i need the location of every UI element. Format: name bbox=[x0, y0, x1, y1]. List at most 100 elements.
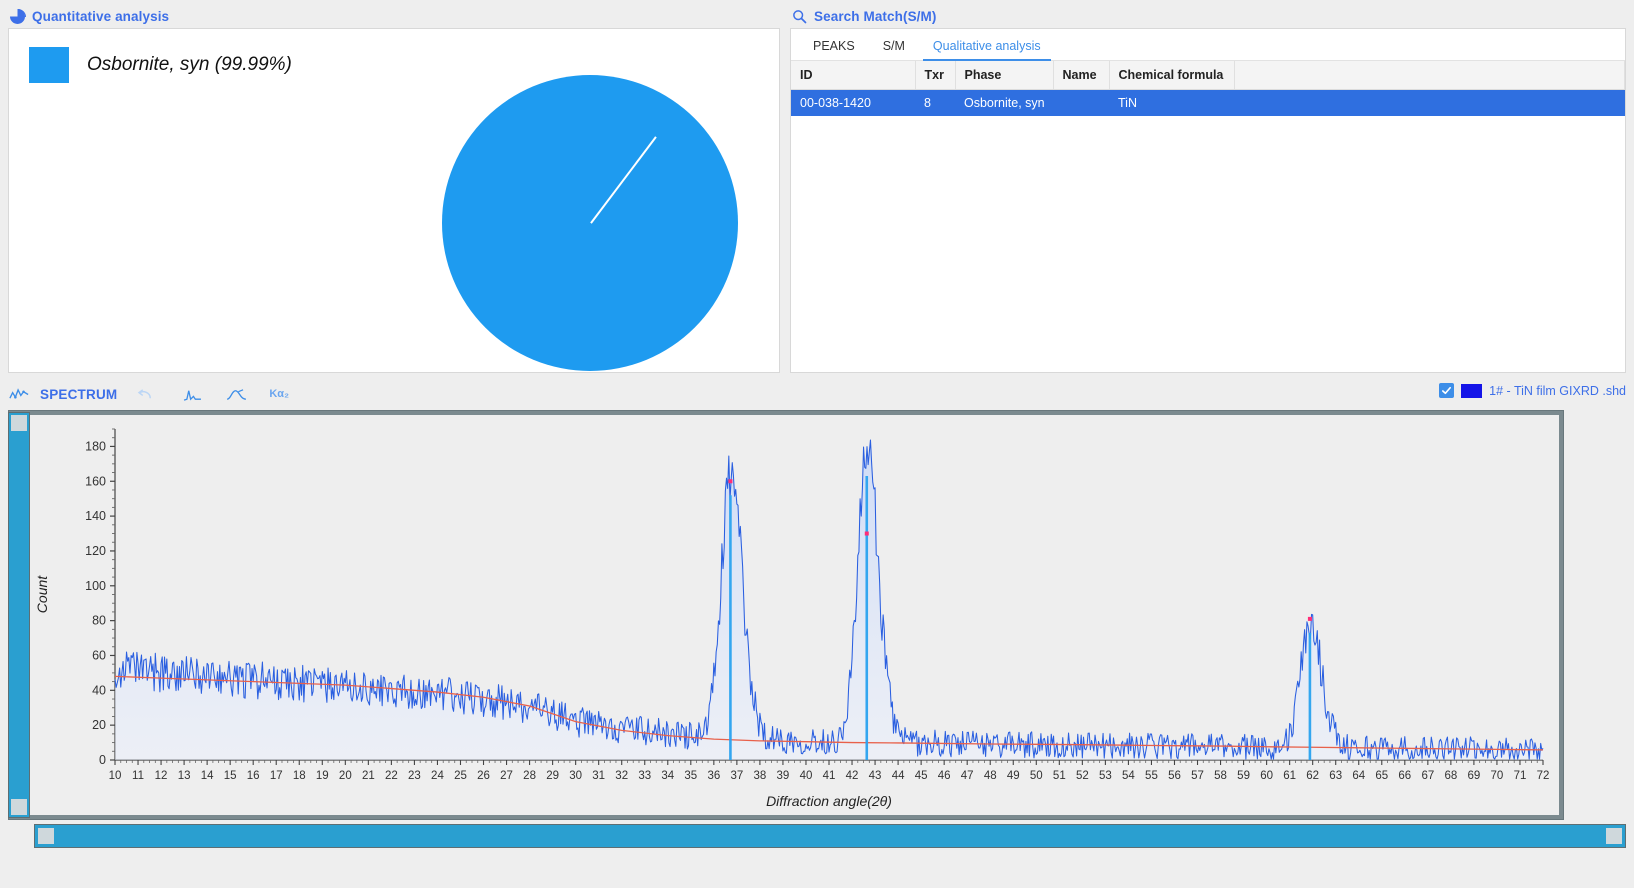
legend-label: Osbornite, syn (99.99%) bbox=[87, 54, 292, 76]
svg-text:31: 31 bbox=[592, 770, 605, 782]
background-smooth-icon[interactable] bbox=[225, 384, 247, 404]
svg-text:13: 13 bbox=[178, 770, 191, 782]
svg-text:42: 42 bbox=[846, 770, 859, 782]
peak-find-icon[interactable] bbox=[181, 384, 203, 404]
svg-text:50: 50 bbox=[1030, 770, 1043, 782]
column-header-id[interactable]: ID bbox=[791, 61, 915, 90]
pie-legend: Osbornite, syn (99.99%) bbox=[29, 47, 292, 83]
svg-text:67: 67 bbox=[1421, 770, 1434, 782]
svg-text:40: 40 bbox=[800, 770, 813, 782]
svg-text:16: 16 bbox=[247, 770, 260, 782]
svg-text:24: 24 bbox=[431, 770, 444, 782]
svg-text:72: 72 bbox=[1537, 770, 1550, 782]
search-match-tabs: PEAKS S/M Qualitative analysis bbox=[791, 29, 1625, 61]
svg-text:120: 120 bbox=[85, 544, 106, 558]
svg-text:11: 11 bbox=[132, 770, 144, 782]
search-icon bbox=[792, 9, 807, 24]
spectrum-line-icon bbox=[8, 384, 30, 404]
quantitative-analysis-header: Quantitative analysis bbox=[10, 2, 169, 30]
svg-text:Count: Count bbox=[34, 575, 50, 613]
svg-text:53: 53 bbox=[1099, 770, 1112, 782]
svg-text:160: 160 bbox=[85, 474, 106, 488]
svg-text:34: 34 bbox=[661, 770, 674, 782]
vscroll-thumb-top[interactable] bbox=[11, 415, 27, 431]
search-match-title: Search Match(S/M) bbox=[814, 9, 936, 24]
column-header-name[interactable]: Name bbox=[1053, 61, 1109, 90]
cell-txr: 8 bbox=[915, 90, 955, 117]
svg-text:61: 61 bbox=[1283, 770, 1296, 782]
svg-text:22: 22 bbox=[385, 770, 398, 782]
quantitative-analysis-panel: Osbornite, syn (99.99%) bbox=[8, 28, 780, 373]
svg-text:68: 68 bbox=[1444, 770, 1457, 782]
svg-text:10: 10 bbox=[109, 770, 122, 782]
svg-text:59: 59 bbox=[1237, 770, 1250, 782]
undo-icon[interactable] bbox=[135, 384, 157, 404]
pie-slice-divider bbox=[590, 136, 656, 223]
tab-peaks[interactable]: PEAKS bbox=[799, 34, 869, 60]
pie-slice-osbornite[interactable] bbox=[442, 75, 738, 371]
svg-text:Diffraction angle(2θ): Diffraction angle(2θ) bbox=[766, 793, 892, 809]
svg-text:14: 14 bbox=[201, 770, 214, 782]
plot-vertical-scrollbar[interactable] bbox=[8, 412, 30, 818]
svg-text:65: 65 bbox=[1375, 770, 1388, 782]
svg-text:46: 46 bbox=[938, 770, 951, 782]
svg-text:49: 49 bbox=[1007, 770, 1020, 782]
spectrum-toolbar: SPECTRUM Kα₂ bbox=[8, 380, 1626, 408]
svg-text:26: 26 bbox=[477, 770, 490, 782]
xrd-diffractogram[interactable]: 0204060801001201401601801011121314151617… bbox=[13, 415, 1559, 815]
file-visibility-checkbox[interactable] bbox=[1439, 383, 1454, 398]
hscroll-thumb-left[interactable] bbox=[38, 828, 54, 844]
cell-chemical-formula: TiN bbox=[1109, 90, 1234, 117]
spectrum-title: SPECTRUM bbox=[40, 387, 117, 402]
hscroll-thumb-right[interactable] bbox=[1606, 828, 1622, 844]
svg-text:56: 56 bbox=[1168, 770, 1181, 782]
vscroll-thumb-bottom[interactable] bbox=[11, 799, 27, 815]
svg-text:25: 25 bbox=[454, 770, 467, 782]
plot-horizontal-scrollbar[interactable] bbox=[34, 824, 1626, 848]
svg-text:52: 52 bbox=[1076, 770, 1089, 782]
column-header-txr[interactable]: Txr bbox=[915, 61, 955, 90]
svg-text:54: 54 bbox=[1122, 770, 1135, 782]
svg-text:44: 44 bbox=[892, 770, 905, 782]
column-header-chemical-formula[interactable]: Chemical formula bbox=[1109, 61, 1234, 90]
tab-qualitative-analysis[interactable]: Qualitative analysis bbox=[919, 34, 1055, 60]
pie-chart[interactable] bbox=[442, 75, 738, 371]
svg-text:60: 60 bbox=[1260, 770, 1273, 782]
svg-text:45: 45 bbox=[915, 770, 928, 782]
svg-text:62: 62 bbox=[1306, 770, 1319, 782]
svg-text:60: 60 bbox=[92, 648, 106, 662]
svg-text:18: 18 bbox=[293, 770, 306, 782]
svg-text:21: 21 bbox=[362, 770, 375, 782]
cell-name bbox=[1053, 90, 1109, 117]
svg-text:36: 36 bbox=[707, 770, 720, 782]
svg-text:180: 180 bbox=[85, 439, 106, 453]
svg-text:100: 100 bbox=[85, 579, 106, 593]
table-row[interactable]: 00-038-1420 8 Osbornite, syn TiN bbox=[791, 90, 1625, 117]
svg-text:39: 39 bbox=[777, 770, 790, 782]
table-header-row: ID Txr Phase Name Chemical formula bbox=[791, 61, 1625, 90]
column-header-spacer bbox=[1234, 61, 1625, 90]
svg-text:29: 29 bbox=[546, 770, 559, 782]
spectrum-plot-area[interactable]: 0204060801001201401601801011121314151617… bbox=[13, 415, 1559, 815]
svg-text:33: 33 bbox=[638, 770, 651, 782]
column-header-phase[interactable]: Phase bbox=[955, 61, 1053, 90]
svg-text:20: 20 bbox=[339, 770, 352, 782]
legend-color-swatch bbox=[29, 47, 69, 83]
svg-text:0: 0 bbox=[99, 753, 106, 767]
svg-text:70: 70 bbox=[1491, 770, 1504, 782]
svg-text:32: 32 bbox=[615, 770, 628, 782]
svg-text:23: 23 bbox=[408, 770, 421, 782]
k-alpha2-strip-icon[interactable]: Kα₂ bbox=[269, 388, 289, 400]
svg-text:30: 30 bbox=[569, 770, 582, 782]
svg-text:140: 140 bbox=[85, 509, 106, 523]
tab-sm[interactable]: S/M bbox=[869, 34, 919, 60]
svg-text:71: 71 bbox=[1514, 770, 1527, 782]
pie-chart-icon bbox=[10, 9, 25, 24]
search-match-header: Search Match(S/M) bbox=[792, 2, 936, 30]
search-match-panel: PEAKS S/M Qualitative analysis ID Txr Ph… bbox=[790, 28, 1626, 373]
file-color-swatch[interactable] bbox=[1461, 384, 1482, 398]
svg-text:43: 43 bbox=[869, 770, 882, 782]
svg-text:47: 47 bbox=[961, 770, 974, 782]
svg-text:17: 17 bbox=[270, 770, 283, 782]
spectrum-plot-frame: 0204060801001201401601801011121314151617… bbox=[8, 410, 1564, 820]
